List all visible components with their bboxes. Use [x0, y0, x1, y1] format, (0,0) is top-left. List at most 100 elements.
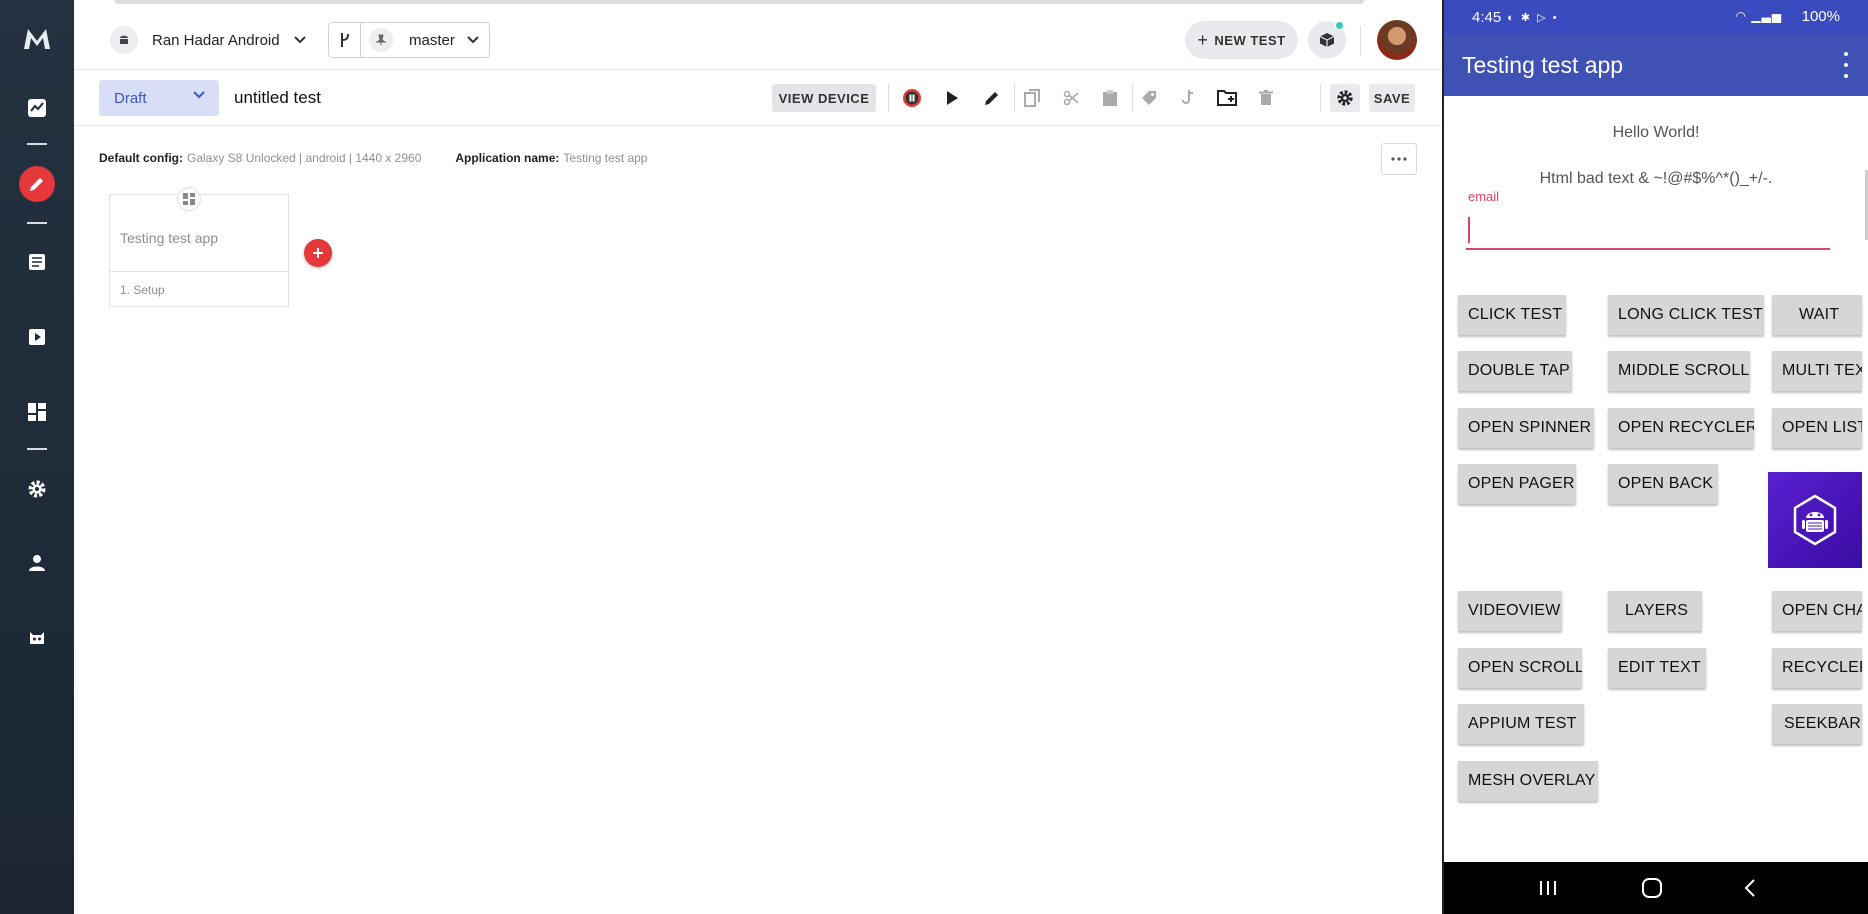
open-spinner-button[interactable]: OPEN SPINNER	[1458, 408, 1594, 448]
cube-button[interactable]	[1308, 21, 1346, 59]
paste-button[interactable]	[1098, 86, 1122, 110]
sidebar-item-user[interactable]	[19, 545, 55, 581]
email-field[interactable]	[1466, 212, 1830, 250]
open-back-button[interactable]: OPEN BACK	[1608, 464, 1718, 504]
copy-button[interactable]	[1020, 86, 1044, 110]
app-label: Application name:	[455, 151, 560, 165]
left-sidebar	[0, 0, 74, 914]
new-test-button[interactable]: + NEW TEST	[1185, 21, 1298, 59]
test-settings-button[interactable]	[1330, 84, 1360, 112]
app-title: Testing test app	[1462, 51, 1624, 78]
home-icon[interactable]	[1638, 876, 1666, 900]
cube-icon	[1319, 33, 1335, 47]
sidebar-divider	[27, 143, 47, 145]
status-dropdown[interactable]: Draft	[99, 80, 219, 116]
text-cursor	[1468, 217, 1470, 243]
hook-button[interactable]	[1176, 86, 1200, 110]
user-icon	[29, 555, 45, 571]
floating-action-button[interactable]	[1768, 472, 1862, 568]
mesh-overlay-button[interactable]: MESH OVERLAY	[1458, 761, 1598, 801]
android-status-bar: 4:45 ◐ ✱ ▷ • ◠ ▁▃▅ 100%	[1444, 0, 1868, 34]
edit-button[interactable]	[980, 86, 1004, 110]
clipboard-icon	[1103, 90, 1117, 106]
sidebar-item-runs[interactable]	[19, 319, 55, 355]
double-tap-button[interactable]: DOUBLE TAP	[1458, 351, 1572, 391]
toolbar-divider	[888, 84, 889, 112]
layers-button[interactable]: LAYERS	[1608, 591, 1702, 631]
sidebar-item-dashboard[interactable]	[19, 394, 55, 430]
open-pager-button[interactable]: OPEN PAGER	[1458, 464, 1576, 504]
record-button[interactable]	[900, 86, 924, 110]
videoview-button[interactable]: VIDEOVIEW	[1458, 591, 1562, 631]
wait-button[interactable]: WAIT	[1772, 295, 1862, 335]
pin-icon	[369, 28, 393, 52]
open-recycler-button[interactable]: OPEN RECYCLER	[1608, 408, 1754, 448]
open-list-button[interactable]: OPEN LIST	[1772, 408, 1862, 448]
runs-icon	[29, 329, 45, 345]
test-toolbar: Draft untitled test VIEW DEVICE SAVE	[74, 70, 1442, 126]
hello-text: Hello World!	[1612, 124, 1700, 141]
more-options-button[interactable]	[1381, 143, 1417, 175]
appium-test-button[interactable]: APPIUM TEST	[1458, 704, 1584, 744]
sidebar-item-activity[interactable]	[19, 90, 55, 126]
stop-record-icon	[903, 89, 921, 107]
play-button[interactable]	[940, 86, 964, 110]
project-name: Ran Hadar Android	[152, 31, 280, 49]
pencil-icon	[985, 92, 998, 105]
branch-selector[interactable]: master	[328, 22, 490, 58]
back-icon[interactable]	[1736, 876, 1764, 900]
toolbar-divider	[1132, 84, 1133, 112]
seekbar-button[interactable]: SEEKBAR	[1772, 704, 1862, 744]
mabl-logo-icon[interactable]	[22, 24, 52, 54]
sidebar-item-settings[interactable]	[19, 471, 55, 507]
mabl-bot-icon	[30, 632, 44, 644]
click-test-button[interactable]: CLICK TEST	[1458, 295, 1566, 335]
android-robot-icon	[1793, 494, 1837, 546]
tag-button[interactable]	[1137, 86, 1161, 110]
view-device-button[interactable]: VIEW DEVICE	[772, 84, 876, 112]
android-app-bar: Testing test app	[1444, 34, 1868, 96]
test-name[interactable]: untitled test	[234, 88, 321, 108]
new-test-label: NEW TEST	[1214, 32, 1286, 48]
status-time: 4:45	[1472, 8, 1502, 26]
plus-icon	[313, 248, 323, 258]
avatar[interactable]	[1377, 20, 1417, 60]
signal-icon: ◠ ▁▃▅	[1735, 9, 1782, 23]
default-config: Default config: Galaxy S8 Unlocked | andr…	[99, 151, 421, 165]
sidebar-item-edit[interactable]	[19, 166, 55, 202]
tag-icon	[1142, 91, 1156, 105]
copy-icon	[1024, 89, 1040, 107]
branch-name: master	[409, 31, 455, 49]
edit-text-button[interactable]: EDIT TEXT	[1608, 648, 1706, 688]
config-label: Default config:	[99, 151, 183, 165]
step-card[interactable]: Testing test app 1. Setup	[109, 194, 289, 307]
add-folder-button[interactable]	[1215, 86, 1239, 110]
overflow-menu-icon[interactable]	[1836, 52, 1856, 78]
app-header: Ran Hadar Android master + NEW TEST	[74, 10, 1442, 70]
sidebar-item-tests[interactable]	[19, 244, 55, 280]
settings-icon	[28, 480, 46, 498]
recycler-button[interactable]: RECYCLER	[1772, 648, 1862, 688]
browser-top-strip	[74, 0, 1442, 10]
activity-icon	[28, 99, 46, 117]
header-divider	[1360, 26, 1361, 56]
sidebar-item-mabl-bot[interactable]	[19, 620, 55, 656]
chevron-down-icon	[193, 91, 205, 99]
test-canvas: Default config: Galaxy S8 Unlocked | andr…	[74, 127, 1442, 914]
open-scroll-button[interactable]: OPEN SCROLL	[1458, 648, 1582, 688]
recent-apps-icon[interactable]	[1534, 876, 1562, 900]
cut-button[interactable]	[1059, 86, 1083, 110]
application-name: Application name: Testing test app	[455, 151, 647, 165]
middle-scroll-button[interactable]: MIDDLE SCROLL	[1608, 351, 1750, 391]
device-screen: 4:45 ◐ ✱ ▷ • ◠ ▁▃▅ 100% Testing test app…	[1442, 0, 1868, 914]
delete-button[interactable]	[1254, 86, 1278, 110]
horizontal-scrollbar[interactable]	[114, 0, 1364, 4]
project-selector[interactable]: Ran Hadar Android	[110, 24, 306, 56]
multi-text-button[interactable]: MULTI TEX	[1772, 351, 1862, 391]
config-value: Galaxy S8 Unlocked | android | 1440 x 29…	[187, 151, 422, 165]
add-step-button[interactable]	[304, 239, 332, 267]
save-button[interactable]: SAVE	[1369, 84, 1415, 112]
long-click-test-button[interactable]: LONG CLICK TEST	[1608, 295, 1764, 335]
open-chart-button[interactable]: OPEN CHA	[1772, 591, 1862, 631]
config-info: Default config: Galaxy S8 Unlocked | andr…	[99, 151, 647, 165]
